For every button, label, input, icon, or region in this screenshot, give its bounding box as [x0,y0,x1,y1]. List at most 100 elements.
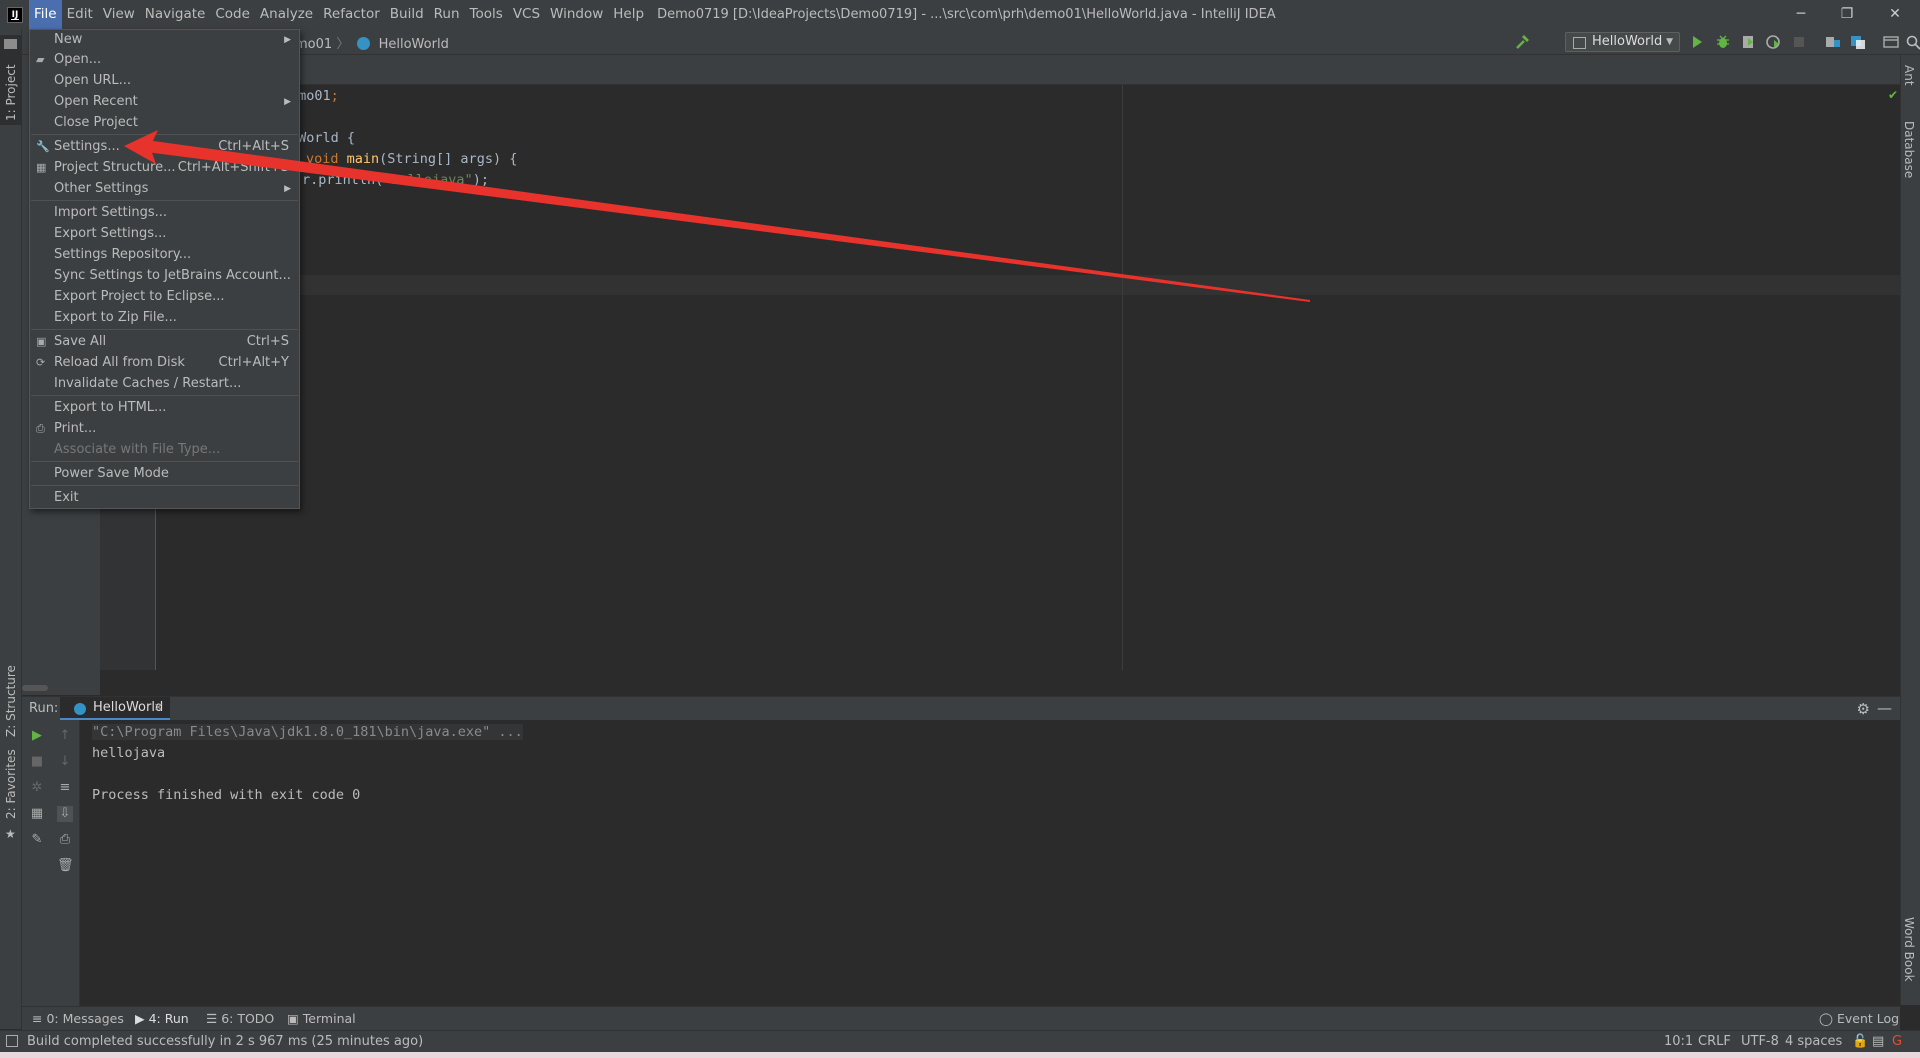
translate-icon[interactable] [1849,34,1867,50]
trash-icon[interactable]: 🗑 [57,858,74,874]
stop-icon[interactable] [1790,34,1808,50]
layout-icon[interactable]: ▦ [29,806,45,822]
build-hammer-icon[interactable] [1514,34,1532,50]
menu-help[interactable]: Help [608,0,649,29]
menu-item-open-recent[interactable]: Open Recent ▶ [30,92,299,112]
line-separator[interactable]: CRLF [1698,1034,1731,1049]
menu-item-export-html[interactable]: Export to HTML... [30,398,299,418]
menu-separator [31,485,298,486]
menu-navigate[interactable]: Navigate [140,0,211,29]
horizontal-scrollbar[interactable] [22,685,48,691]
menu-item-other-settings[interactable]: Other Settings ▶ [30,179,299,199]
tab-todo[interactable]: ☰ 6: TODO [206,1011,274,1026]
menu-build[interactable]: Build [385,0,429,29]
tab-database[interactable]: Database [1900,121,1920,201]
camera-icon[interactable]: ✲ [29,780,45,796]
lock-icon[interactable]: 🔓 [1852,1034,1868,1049]
tab-terminal[interactable]: ▣ Terminal [287,1011,356,1026]
menu-refactor[interactable]: Refactor [318,0,385,29]
tab-structure-label: Z: Structure [4,665,18,737]
close-tab-icon[interactable]: ✕ [154,697,163,719]
tab-database-label: Database [1902,121,1916,179]
menu-item-label: Export Settings... [54,226,167,241]
menu-item-close-project[interactable]: Close Project [30,113,299,133]
menu-item-sync-settings[interactable]: Sync Settings to JetBrains Account... [30,266,299,286]
google-icon[interactable]: G [1892,1034,1902,1049]
menu-item-settings[interactable]: 🔧 Settings... Ctrl+Alt+S [30,137,299,157]
menu-item-power-save-mode[interactable]: Power Save Mode [30,464,299,484]
menu-item-export-zip[interactable]: Export to Zip File... [30,308,299,328]
menu-run[interactable]: Run [429,0,465,29]
status-toggle-icon[interactable] [6,1035,18,1047]
menu-item-print[interactable]: ⎙ Print... [30,419,299,439]
code-line-4: void main(String[] args) { [306,151,517,167]
menu-file[interactable]: File [29,0,62,29]
menu-separator [31,134,298,135]
arrow-up-icon[interactable]: ↑ [57,728,73,744]
breadcrumb-package[interactable]: mo01 [295,37,332,52]
code-semicolon: ; [330,88,339,104]
status-message[interactable]: Build completed successfully in 2 s 967 … [27,1034,423,1049]
breadcrumb-class[interactable]: HelloWorld [379,37,449,52]
scroll-to-end-icon[interactable]: ⇩ [57,806,73,822]
coverage-icon[interactable] [1739,34,1757,50]
profile-icon[interactable] [1765,34,1783,50]
tab-structure[interactable]: Z: Structure [0,665,22,749]
menu-item-new[interactable]: New ▶ [30,30,299,50]
menu-window[interactable]: Window [545,0,608,29]
menu-tools[interactable]: Tools [465,0,508,29]
menu-item-import-settings[interactable]: Import Settings... [30,203,299,223]
menu-item-open-url[interactable]: Open URL... [30,71,299,91]
caret-position[interactable]: 10:1 [1664,1034,1693,1049]
pin-icon[interactable]: ✎ [29,832,45,848]
run-console[interactable]: "C:\Program Files\Java\jdk1.8.0_181\bin\… [80,720,1900,1006]
stop-icon[interactable]: ■ [29,754,45,770]
menu-item-project-structure[interactable]: ▦ Project Structure... Ctrl+Alt+Shift+S [30,158,299,178]
tab-messages[interactable]: ≡ 0: Messages [32,1011,124,1026]
menu-edit[interactable]: Edit [62,0,98,29]
menu-item-save-all[interactable]: ▣ Save All Ctrl+S [30,332,299,352]
run-configuration-select[interactable]: HelloWorld ▼ [1565,32,1680,52]
tab-ant[interactable]: Ant [1900,65,1920,105]
tab-favorites[interactable]: 2: Favorites ★ [0,749,22,849]
hide-panel-icon[interactable]: — [1877,699,1892,717]
restore-button[interactable]: ❐ [1824,0,1870,29]
memory-icon[interactable]: ▤ [1872,1034,1884,1049]
close-window-button[interactable]: ✕ [1872,0,1918,29]
menu-view[interactable]: View [98,0,140,29]
menu-analyze[interactable]: Analyze [255,0,318,29]
tab-event-log[interactable]: ◯ Event Log [1819,1011,1899,1026]
menu-item-reload-from-disk[interactable]: ⟳ Reload All from Disk Ctrl+Alt+Y [30,353,299,373]
menu-item-invalidate-caches[interactable]: Invalidate Caches / Restart... [30,374,299,394]
run-icon[interactable] [1688,34,1706,50]
tab-favorites-label: 2: Favorites [4,749,18,819]
menu-item-exit[interactable]: Exit [30,488,299,508]
menu-item-settings-repository[interactable]: Settings Repository... [30,245,299,265]
menu-code[interactable]: Code [210,0,255,29]
indent-setting[interactable]: 4 spaces [1785,1034,1842,1049]
run-tab-helloworld[interactable]: HelloWorld ✕ [60,697,170,721]
menu-item-open[interactable]: ▰ Open... [30,50,299,70]
reload-icon: ⟳ [36,356,46,369]
menu-item-label: Export Project to Eclipse... [54,289,225,304]
debug-icon[interactable] [1714,34,1732,50]
layout-icon[interactable] [1882,34,1900,50]
tab-run[interactable]: ▶ 4: Run [135,1011,189,1026]
menu-vcs[interactable]: VCS [508,0,545,29]
menu-item-shortcut: Ctrl+Alt+S [218,139,289,154]
gear-icon[interactable]: ⚙ [1857,700,1870,718]
print-icon[interactable]: ⎙ [57,832,73,848]
tab-word-book[interactable]: Word Book [1900,917,1920,997]
inspection-ok-icon[interactable]: ✔ [1888,88,1898,102]
menu-item-export-settings[interactable]: Export Settings... [30,224,299,244]
search-icon[interactable] [1905,34,1920,50]
arrow-down-icon[interactable]: ↓ [57,754,73,770]
minimize-button[interactable]: ─ [1778,0,1824,29]
rerun-icon[interactable]: ▶ [29,728,45,744]
file-encoding[interactable]: UTF-8 [1741,1034,1779,1049]
soft-wrap-icon[interactable]: ≡ [57,780,73,796]
tab-project[interactable]: 1: Project [0,35,22,125]
menu-item-export-eclipse[interactable]: Export Project to Eclipse... [30,287,299,307]
project-structure-toolbar-icon[interactable] [1824,34,1842,50]
window-title: Demo0719 [D:\IdeaProjects\Demo0719] - ..… [657,7,1276,22]
